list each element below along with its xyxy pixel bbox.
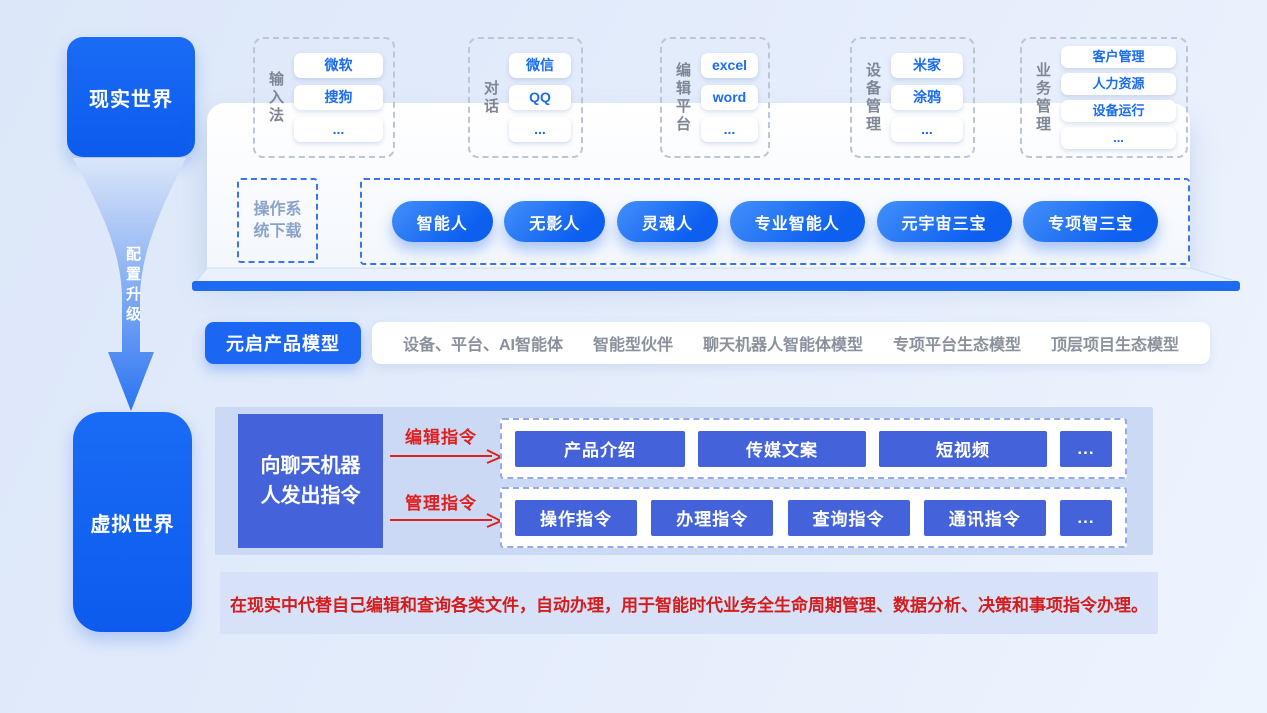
target-button: 产品介绍 bbox=[515, 431, 685, 467]
group-label: 设备管理 bbox=[862, 62, 883, 134]
group-item: 人力资源 bbox=[1061, 73, 1176, 95]
group-label: 输入法 bbox=[265, 71, 286, 125]
manage-command-arrow bbox=[388, 511, 506, 529]
upgrade-label: 配置升级 bbox=[122, 246, 143, 326]
command-source-box: 向聊天机器 人发出指令 bbox=[238, 414, 383, 548]
edit-command-arrow bbox=[388, 447, 506, 465]
target-button: 传媒文案 bbox=[698, 431, 866, 467]
footer-note-text: 在现实中代替自己编辑和查询各类文件，自动办理，用于智能时代业务全生命周期管理、数… bbox=[230, 591, 1148, 616]
group-item: QQ bbox=[509, 85, 571, 110]
platform-edge bbox=[190, 266, 1246, 296]
group-item: 涂鸦 bbox=[891, 85, 963, 110]
command-panel: 向聊天机器 人发出指令 编辑指令 产品介绍 传媒文案 短视频 ... 管理指令 … bbox=[215, 407, 1153, 555]
footer-note: 在现实中代替自己编辑和查询各类文件，自动办理，用于智能时代业务全生命周期管理、数… bbox=[220, 572, 1158, 634]
group-label: 对话 bbox=[480, 80, 501, 116]
diagram-canvas: 现实世界 配置升级 虚拟世界 输入法 微软 搜狗 ... 对话 微信 QQ ..… bbox=[0, 0, 1267, 713]
group-item: 搜狗 bbox=[294, 85, 383, 110]
agent-pill: 专项智三宝 bbox=[1023, 201, 1158, 242]
edit-targets-box: 产品介绍 传媒文案 短视频 ... bbox=[500, 418, 1127, 479]
group-item: 微软 bbox=[294, 53, 383, 78]
group-item-more: ... bbox=[891, 117, 963, 142]
manage-targets-box: 操作指令 办理指令 查询指令 通讯指令 ... bbox=[500, 487, 1127, 548]
group-item-more: ... bbox=[509, 117, 571, 142]
group-item: 米家 bbox=[891, 53, 963, 78]
edit-command-label: 编辑指令 bbox=[405, 423, 477, 448]
group-item: 微信 bbox=[509, 53, 571, 78]
product-model-item: 智能型伙伴 bbox=[593, 331, 673, 355]
target-button: 操作指令 bbox=[515, 500, 637, 536]
product-model-item: 顶层项目生态模型 bbox=[1051, 331, 1179, 355]
group-label: 业务管理 bbox=[1032, 62, 1053, 134]
product-model-item: 设备、平台、AI智能体 bbox=[403, 331, 563, 355]
group-item: word bbox=[701, 85, 758, 110]
agent-pill: 专业智能人 bbox=[730, 201, 865, 242]
real-world-box: 现实世界 bbox=[67, 37, 195, 157]
group-business-management: 业务管理 客户管理 人力资源 设备运行 ... bbox=[1020, 37, 1188, 158]
product-model-title: 元启产品模型 bbox=[205, 322, 361, 364]
agents-container: 智能人 无影人 灵魂人 专业智能人 元宇宙三宝 专项智三宝 bbox=[360, 178, 1190, 265]
target-button-more: ... bbox=[1060, 500, 1112, 536]
target-button: 办理指令 bbox=[651, 500, 773, 536]
agent-pill: 无影人 bbox=[504, 201, 605, 242]
product-model-item: 专项平台生态模型 bbox=[893, 331, 1021, 355]
group-item-more: ... bbox=[294, 117, 383, 142]
group-device-management: 设备管理 米家 涂鸦 ... bbox=[850, 37, 975, 158]
target-button-more: ... bbox=[1060, 431, 1112, 467]
product-model-item: 聊天机器人智能体模型 bbox=[703, 331, 863, 355]
group-item-more: ... bbox=[1061, 127, 1176, 149]
virtual-world-box: 虚拟世界 bbox=[73, 412, 192, 632]
group-label: 编辑平台 bbox=[672, 62, 693, 134]
agent-pill: 智能人 bbox=[392, 201, 493, 242]
group-item-more: ... bbox=[701, 117, 758, 142]
target-button: 通讯指令 bbox=[924, 500, 1046, 536]
agent-pill: 灵魂人 bbox=[617, 201, 718, 242]
group-item: 设备运行 bbox=[1061, 100, 1176, 122]
group-edit-platform: 编辑平台 excel word ... bbox=[660, 37, 770, 158]
group-item: excel bbox=[701, 53, 758, 78]
agent-pill: 元宇宙三宝 bbox=[877, 201, 1012, 242]
group-input-method: 输入法 微软 搜狗 ... bbox=[253, 37, 395, 158]
group-chat: 对话 微信 QQ ... bbox=[468, 37, 583, 158]
target-button: 查询指令 bbox=[788, 500, 910, 536]
group-item: 客户管理 bbox=[1061, 46, 1176, 68]
product-model-bar: 设备、平台、AI智能体 智能型伙伴 聊天机器人智能体模型 专项平台生态模型 顶层… bbox=[372, 322, 1210, 364]
target-button: 短视频 bbox=[879, 431, 1047, 467]
os-download-box: 操作系 统下载 bbox=[237, 178, 318, 263]
